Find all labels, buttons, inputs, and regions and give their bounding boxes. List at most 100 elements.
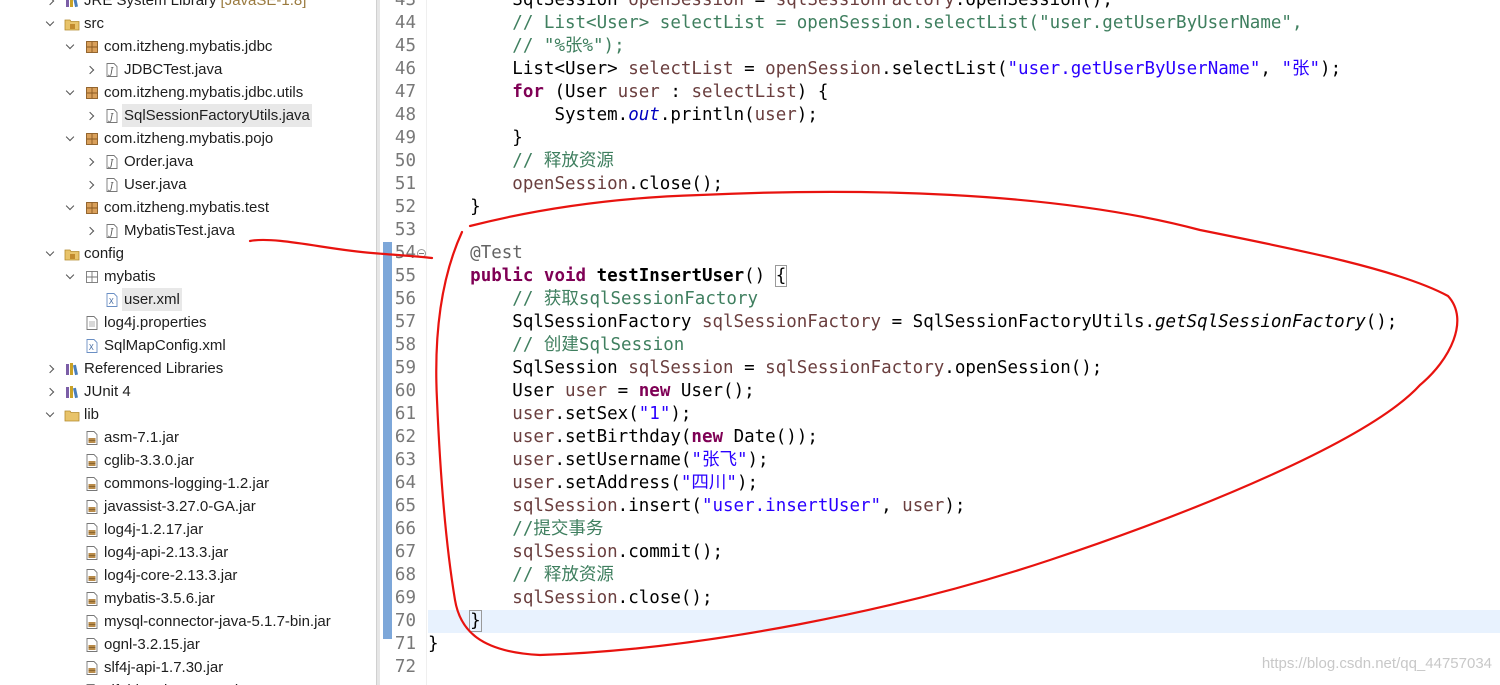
- tree-item-sqlsessionfactoryutils-java[interactable]: J SqlSessionFactoryUtils.java: [0, 104, 376, 127]
- code-token: "user.getUserByUserName": [1007, 59, 1261, 79]
- chevron-down-icon[interactable]: [44, 12, 56, 35]
- tree-item-label: JRE System Library: [84, 0, 217, 9]
- code-line[interactable]: 47 for (User user : selectList) {: [380, 81, 1500, 104]
- tree-item-mybatis[interactable]: mybatis: [0, 265, 376, 288]
- code-line[interactable]: 59 SqlSession sqlSession = sqlSessionFac…: [380, 357, 1500, 380]
- code-line[interactable]: 68 // 释放资源: [380, 564, 1500, 587]
- tree-item-javassist-3-27-0-ga-jar[interactable]: javassist-3.27.0-GA.jar: [0, 495, 376, 518]
- tree-item-com-itzheng-mybatis-jdbc[interactable]: com.itzheng.mybatis.jdbc: [0, 35, 376, 58]
- code-line[interactable]: 64 user.setAddress("四川");: [380, 472, 1500, 495]
- code-token: .setBirthday(: [554, 427, 692, 447]
- tree-item-lib[interactable]: lib: [0, 403, 376, 426]
- chevron-right-icon[interactable]: [84, 58, 96, 81]
- code-line[interactable]: 58 // 创建SqlSession: [380, 334, 1500, 357]
- tree-item-com-itzheng-mybatis-jdbc-utils[interactable]: com.itzheng.mybatis.jdbc.utils: [0, 81, 376, 104]
- package-explorer: JRE System Library [JavaSE-1.8] src com.itz…: [0, 0, 376, 685]
- code-line[interactable]: 46 List<User> selectList = openSession.s…: [380, 58, 1500, 81]
- code-line[interactable]: 43 SqlSession openSession = sqlSessionFa…: [380, 0, 1500, 12]
- code-text: }: [428, 633, 439, 656]
- code-line[interactable]: 52 }: [380, 196, 1500, 219]
- chevron-right-icon[interactable]: [84, 219, 96, 242]
- tree-item-com-itzheng-mybatis-test[interactable]: com.itzheng.mybatis.test: [0, 196, 376, 219]
- code-token: out: [628, 105, 660, 125]
- tree-item-order-java[interactable]: J Order.java: [0, 150, 376, 173]
- code-editor[interactable]: 43 SqlSession openSession = sqlSessionFa…: [380, 0, 1500, 685]
- line-number: 61: [394, 404, 416, 424]
- code-line[interactable]: 67 sqlSession.commit();: [380, 541, 1500, 564]
- code-line[interactable]: 51 openSession.close();: [380, 173, 1500, 196]
- tree-item-slf4j-log4j12-1-7-30-jar[interactable]: slf4j-log4j12-1.7.30.jar: [0, 679, 376, 685]
- chevron-down-icon[interactable]: [64, 35, 76, 58]
- tree-item-jre-system-library[interactable]: JRE System Library [JavaSE-1.8]: [0, 0, 376, 12]
- jar-icon: [84, 660, 100, 676]
- chevron-down-icon[interactable]: [64, 127, 76, 150]
- tree-item-sqlmapconfig-xml[interactable]: X SqlMapConfig.xml: [0, 334, 376, 357]
- code-line[interactable]: 45 // "%张%");: [380, 35, 1500, 58]
- line-number: 71: [394, 634, 416, 654]
- code-text: }: [428, 610, 482, 633]
- chevron-down-icon[interactable]: [64, 265, 76, 288]
- tree-item-mybatis-3-5-6-jar[interactable]: mybatis-3.5.6.jar: [0, 587, 376, 610]
- code-token: }: [428, 634, 439, 654]
- code-line[interactable]: 60 User user = new User();: [380, 380, 1500, 403]
- tree-item-log4j-core-2-13-3-jar[interactable]: log4j-core-2.13.3.jar: [0, 564, 376, 587]
- code-line[interactable]: 56 // 获取sqlSessionFactory: [380, 288, 1500, 311]
- tree-item-cglib-3-3-0-jar[interactable]: cglib-3.3.0.jar: [0, 449, 376, 472]
- code-line[interactable]: 66 //提交事务: [380, 518, 1500, 541]
- tree-item-config[interactable]: config: [0, 242, 376, 265]
- chevron-right-icon[interactable]: [84, 150, 96, 173]
- chevron-right-icon[interactable]: [84, 173, 96, 196]
- tree-item-label: SqlSessionFactoryUtils.java: [122, 104, 312, 127]
- chevron-right-icon[interactable]: [44, 380, 56, 403]
- tree-item-jdbctest-java[interactable]: J JDBCTest.java: [0, 58, 376, 81]
- chevron-down-icon[interactable]: [44, 403, 56, 426]
- chevron-right-icon[interactable]: [44, 0, 56, 12]
- chevron-down-icon[interactable]: [44, 242, 56, 265]
- code-line[interactable]: 62 user.setBirthday(new Date());: [380, 426, 1500, 449]
- code-line[interactable]: 50 // 释放资源: [380, 150, 1500, 173]
- code-line[interactable]: 48 System.out.println(user);: [380, 104, 1500, 127]
- text-caret: [480, 610, 482, 629]
- chevron-right-icon[interactable]: [84, 104, 96, 127]
- code-line[interactable]: 61 user.setSex("1");: [380, 403, 1500, 426]
- code-line[interactable]: 53: [380, 219, 1500, 242]
- tree-item-asm-7-1-jar[interactable]: asm-7.1.jar: [0, 426, 376, 449]
- tree-item-label: com.itzheng.mybatis.test: [104, 199, 270, 216]
- tree-item-src[interactable]: src: [0, 12, 376, 35]
- code-line[interactable]: 44 // List<User> selectList = openSessio…: [380, 12, 1500, 35]
- code-text: user.setUsername("张飞");: [428, 449, 768, 472]
- tree-item-log4j-properties[interactable]: log4j.properties: [0, 311, 376, 334]
- chevron-down-icon[interactable]: [64, 81, 76, 104]
- code-line[interactable]: 63 user.setUsername("张飞");: [380, 449, 1500, 472]
- tree-item-label: SqlMapConfig.xml: [104, 337, 226, 354]
- code-text: // 释放资源: [428, 564, 614, 587]
- tree-item-junit-4[interactable]: JUnit 4: [0, 380, 376, 403]
- tree-item-slf4j-api-1-7-30-jar[interactable]: slf4j-api-1.7.30.jar: [0, 656, 376, 679]
- jar-icon: [84, 614, 100, 630]
- tree-item-log4j-api-2-13-3-jar[interactable]: log4j-api-2.13.3.jar: [0, 541, 376, 564]
- code-line[interactable]: 69 sqlSession.close();: [380, 587, 1500, 610]
- tree-item-user-xml[interactable]: Xuser.xml: [0, 288, 376, 311]
- tree-item-referenced-libraries[interactable]: Referenced Libraries: [0, 357, 376, 380]
- tree-item-user-java[interactable]: J User.java: [0, 173, 376, 196]
- properties-file-icon: [84, 315, 100, 331]
- tree-item-ognl-3-2-15-jar[interactable]: ognl-3.2.15.jar: [0, 633, 376, 656]
- line-number: 72: [394, 657, 416, 677]
- code-line[interactable]: 70 }: [380, 610, 1500, 633]
- tree-item-commons-logging-1-2-jar[interactable]: commons-logging-1.2.jar: [0, 472, 376, 495]
- code-line[interactable]: 65 sqlSession.insert("user.insertUser", …: [380, 495, 1500, 518]
- tree-item-com-itzheng-mybatis-pojo[interactable]: com.itzheng.mybatis.pojo: [0, 127, 376, 150]
- tree-item-mysql-connector-java-5-1-7-bin-jar[interactable]: mysql-connector-java-5.1.7-bin.jar: [0, 610, 376, 633]
- code-line[interactable]: 49 }: [380, 127, 1500, 150]
- fold-collapse-icon[interactable]: [417, 249, 426, 258]
- code-line[interactable]: 54 @Test: [380, 242, 1500, 265]
- chevron-down-icon[interactable]: [64, 196, 76, 219]
- tree-item-log4j-1-2-17-jar[interactable]: log4j-1.2.17.jar: [0, 518, 376, 541]
- chevron-right-icon[interactable]: [44, 357, 56, 380]
- tree-item-mybatistest-java[interactable]: J MybatisTest.java: [0, 219, 376, 242]
- code-line[interactable]: 55 public void testInsertUser() {: [380, 265, 1500, 288]
- code-line[interactable]: 71}: [380, 633, 1500, 656]
- code-line[interactable]: 57 SqlSessionFactory sqlSessionFactory =…: [380, 311, 1500, 334]
